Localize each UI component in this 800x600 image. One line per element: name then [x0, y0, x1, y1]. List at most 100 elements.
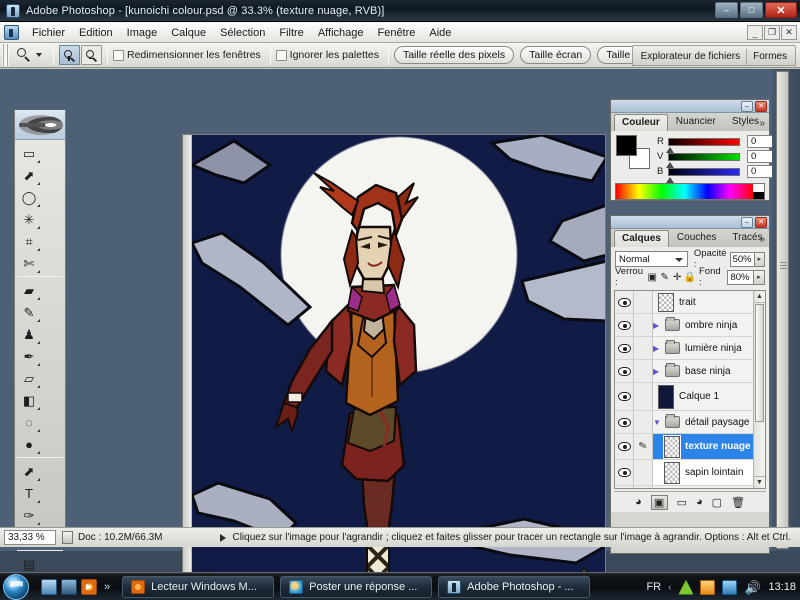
menu-fenetre[interactable]: Fenêtre — [370, 25, 422, 41]
file-browser-tab[interactable]: Explorateur de fichiers — [635, 49, 748, 65]
zoom-tool-icon[interactable] — [12, 45, 36, 65]
layer-name[interactable]: sapin lointain — [685, 467, 743, 478]
resize-windows-checkbox-wrap[interactable]: Redimensionner les fenêtres — [113, 49, 261, 61]
layer-name[interactable]: texture nuage — [685, 441, 751, 452]
lock-paint-icon[interactable]: ✎ — [659, 270, 672, 285]
layer-link-toggle[interactable] — [634, 486, 653, 488]
menu-fichier[interactable]: Fichier — [25, 25, 72, 41]
layer-list[interactable]: trait ▶ ombre ninja ▶ lumière ninja ▶ ba… — [614, 290, 766, 489]
new-group-button[interactable]: ▭ — [677, 496, 687, 509]
pen-tool[interactable]: ✑ — [17, 504, 41, 526]
group-expand-icon[interactable]: ▶ — [653, 344, 662, 353]
menu-selection[interactable]: Sélection — [213, 25, 272, 41]
layers-palette-menu-icon[interactable]: » — [759, 234, 765, 245]
layer-visibility-toggle[interactable] — [615, 291, 634, 313]
layer-visibility-toggle[interactable] — [615, 337, 634, 359]
tab-couleur[interactable]: Couleur — [614, 114, 668, 131]
brush-tool[interactable]: ✎ — [17, 301, 41, 323]
mdi-minimize-button[interactable]: _ — [747, 25, 763, 40]
minimize-button[interactable]: – — [715, 2, 738, 18]
layer-row-sapin-lointain[interactable]: sapin lointain — [615, 460, 765, 486]
menu-filtre[interactable]: Filtre — [272, 25, 310, 41]
windows-media-player-icon[interactable]: ▶ — [81, 578, 97, 595]
volume-icon[interactable]: 🔊 — [744, 580, 760, 595]
flip-3d-icon[interactable] — [61, 578, 77, 595]
tab-couches[interactable]: Couches — [669, 229, 724, 247]
layer-name[interactable]: détail paysage — [685, 417, 750, 428]
task-button-photoshop[interactable]: Adobe Photoshop - ... — [438, 575, 591, 598]
zoom-in-button[interactable] — [59, 45, 80, 65]
blue-slider[interactable] — [666, 167, 740, 183]
layer-row-trait[interactable]: trait — [615, 291, 765, 314]
layer-row-detail-paysage[interactable]: ▼ détail paysage — [615, 411, 765, 434]
move-tool[interactable]: ⬈ — [17, 164, 41, 186]
magic-wand-tool[interactable]: ✳ — [17, 208, 41, 230]
scroll-down-icon[interactable]: ▼ — [754, 476, 765, 488]
zoom-level-input[interactable]: 33,33 % — [4, 530, 56, 545]
new-layer-button[interactable]: ▢ — [712, 496, 722, 509]
lock-position-icon[interactable]: ✛ — [671, 270, 684, 285]
layer-link-toggle[interactable] — [634, 360, 653, 382]
layer-name[interactable]: Calque 1 — [679, 391, 719, 402]
opacity-input[interactable]: 50% — [729, 251, 755, 267]
layer-row-base-ninja[interactable]: ▶ base ninja — [615, 360, 765, 383]
group-expand-icon[interactable]: ▶ — [653, 321, 662, 330]
layers-palette-collapse-button[interactable]: – — [741, 217, 753, 228]
show-desktop-icon[interactable] — [41, 578, 57, 595]
blend-mode-select[interactable]: Normal — [615, 251, 688, 267]
adjustment-layer-button[interactable]: ◕ — [696, 496, 703, 508]
ignore-palettes-checkbox-wrap[interactable]: Ignorer les palettes — [275, 49, 379, 61]
scroll-up-icon[interactable]: ▲ — [754, 291, 765, 303]
resize-windows-checkbox[interactable] — [113, 49, 124, 61]
layers-palette-close-button[interactable]: ✕ — [755, 217, 767, 228]
layer-visibility-toggle[interactable] — [615, 383, 634, 410]
layer-edit-indicator[interactable]: ✎ — [634, 434, 653, 459]
layer-visibility-toggle[interactable] — [615, 411, 634, 433]
tab-nuancier[interactable]: Nuancier — [668, 113, 724, 131]
layer-row-ombre-ninja[interactable]: ▶ ombre ninja — [615, 314, 765, 337]
paint-bucket-tool[interactable]: ◧ — [17, 389, 41, 411]
clone-stamp-tool[interactable]: ♟ — [17, 323, 41, 345]
layer-visibility-toggle[interactable] — [615, 434, 634, 459]
color-spectrum-ramp[interactable] — [615, 183, 765, 200]
fill-stepper[interactable]: ▸ — [753, 269, 765, 285]
eraser-tool[interactable]: ▱ — [17, 367, 41, 389]
layer-name[interactable]: trait — [679, 297, 696, 308]
layer-row-lumiere-ninja[interactable]: ▶ lumière ninja — [615, 337, 765, 360]
layer-name[interactable]: lumière ninja — [685, 343, 742, 354]
green-value[interactable]: 0 — [747, 150, 775, 163]
maximize-button[interactable]: □ — [740, 2, 763, 18]
dodge-tool[interactable]: ● — [17, 433, 41, 455]
zoom-out-button[interactable] — [81, 45, 102, 65]
ignore-palettes-checkbox[interactable] — [275, 49, 287, 61]
task-button-browser[interactable]: Poster une réponse ... — [280, 575, 433, 598]
menu-affichage[interactable]: Affichage — [311, 25, 371, 41]
tab-calques[interactable]: Calques — [614, 230, 669, 247]
layer-style-button[interactable]: ◕ — [635, 496, 642, 508]
layer-link-toggle[interactable] — [634, 291, 653, 313]
layer-link-toggle[interactable] — [634, 337, 653, 359]
layer-visibility-toggle[interactable] — [615, 360, 634, 382]
lock-all-icon[interactable]: 🔒 — [684, 270, 697, 285]
mdi-restore-button[interactable]: ❐ — [764, 25, 780, 40]
slice-tool[interactable]: ✄ — [17, 252, 41, 274]
actual-pixels-button[interactable]: Taille réelle des pixels — [393, 46, 515, 64]
healing-brush-tool[interactable]: ▰ — [17, 279, 41, 301]
green-slider[interactable] — [666, 152, 740, 168]
layer-visibility-toggle[interactable] — [615, 486, 634, 488]
fit-on-screen-button[interactable]: Taille écran — [520, 46, 592, 64]
status-menu-arrow-icon[interactable] — [220, 533, 227, 542]
layer-link-toggle[interactable] — [634, 460, 653, 485]
tool-preset-chevron-down-icon[interactable] — [36, 53, 42, 57]
layer-row-base-paysage[interactable]: ▶ base paysage — [615, 486, 765, 488]
group-collapse-icon[interactable]: ▼ — [653, 418, 662, 427]
opacity-stepper[interactable]: ▸ — [754, 251, 765, 267]
scrollbar-thumb[interactable] — [755, 304, 764, 422]
options-bar-grip[interactable] — [2, 44, 9, 66]
layer-link-toggle[interactable] — [634, 383, 653, 410]
layer-link-toggle[interactable] — [634, 314, 653, 336]
quick-launch-more-icon[interactable]: » — [104, 581, 110, 593]
layer-row-texture-nuage[interactable]: ✎ texture nuage — [615, 434, 765, 460]
layer-mask-button[interactable]: ▣ — [650, 494, 668, 510]
task-button-wmp[interactable]: Lecteur Windows M... — [122, 575, 275, 598]
